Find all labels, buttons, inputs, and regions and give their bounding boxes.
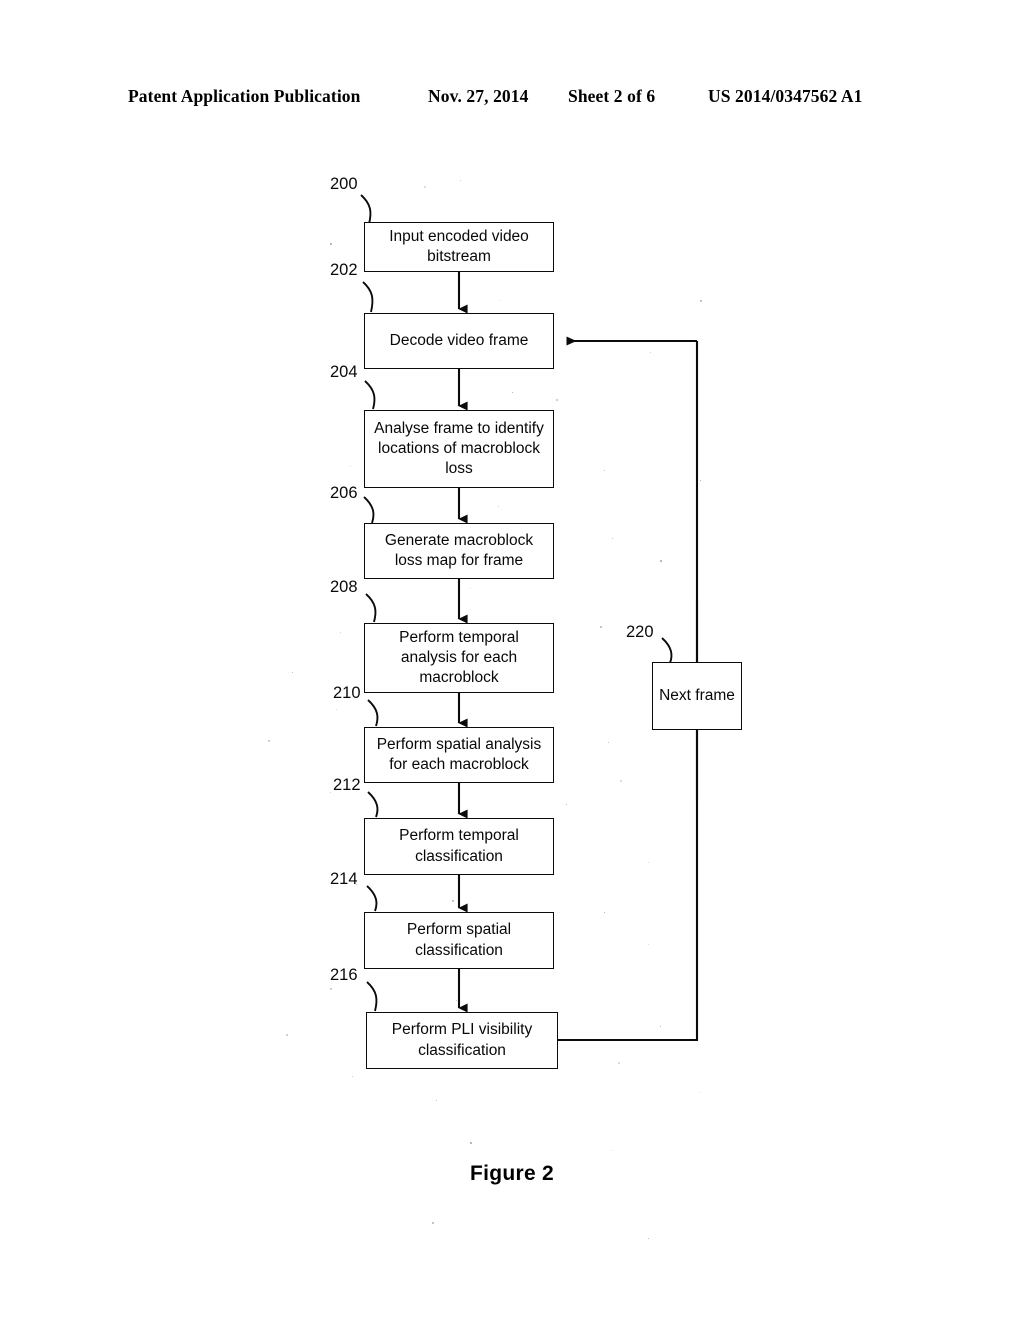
flow-node-label: Input encoded video bitstream [389, 227, 529, 265]
flow-node-next-frame[interactable]: Next frame [652, 662, 742, 730]
reference-numeral-206: 206 [330, 484, 358, 502]
flow-node-label: Generate macroblock loss map for frame [384, 531, 534, 569]
flow-node-label: Decode video frame [389, 331, 529, 349]
flow-node-analyse-frame-macroblock-loss[interactable]: Analyse frame to identify locations of m… [364, 410, 554, 488]
flow-node-label: Perform spatial classification [406, 921, 512, 959]
flow-node-perform-pli-visibility-classification[interactable]: Perform PLI visibility classification [366, 1012, 558, 1069]
flow-node-label: Next frame [659, 686, 735, 704]
flow-node-decode-video-frame[interactable]: Decode video frame [364, 313, 554, 369]
reference-numeral-212: 212 [333, 776, 361, 794]
reference-numeral-214: 214 [330, 870, 358, 888]
flow-node-label: Perform PLI visibility classification [391, 1021, 533, 1059]
flow-node-label: Analyse frame to identify locations of m… [374, 419, 544, 478]
flow-node-perform-temporal-classification[interactable]: Perform temporal classification [364, 818, 554, 875]
figure-caption: Figure 2 [469, 1162, 555, 1185]
reference-numeral-210: 210 [333, 684, 361, 702]
reference-numeral-202: 202 [330, 261, 358, 279]
reference-numeral-200: 200 [330, 175, 358, 193]
reference-numeral-204: 204 [330, 363, 358, 381]
flow-node-label: Perform spatial analysis for each macrob… [376, 735, 542, 773]
reference-numeral-208: 208 [330, 578, 358, 596]
flow-node-perform-spatial-analysis[interactable]: Perform spatial analysis for each macrob… [364, 727, 554, 783]
flow-node-label: Perform temporal analysis for each macro… [399, 628, 519, 687]
flow-node-label: Perform temporal classification [399, 827, 519, 865]
flow-node-perform-spatial-classification[interactable]: Perform spatial classification [364, 912, 554, 969]
flow-node-perform-temporal-analysis[interactable]: Perform temporal analysis for each macro… [364, 623, 554, 693]
reference-numeral-220: 220 [626, 623, 654, 641]
flow-node-input-encoded-video-bitstream[interactable]: Input encoded video bitstream [364, 222, 554, 272]
reference-numeral-216: 216 [330, 966, 358, 984]
flow-node-generate-macroblock-loss-map[interactable]: Generate macroblock loss map for frame [364, 523, 554, 579]
